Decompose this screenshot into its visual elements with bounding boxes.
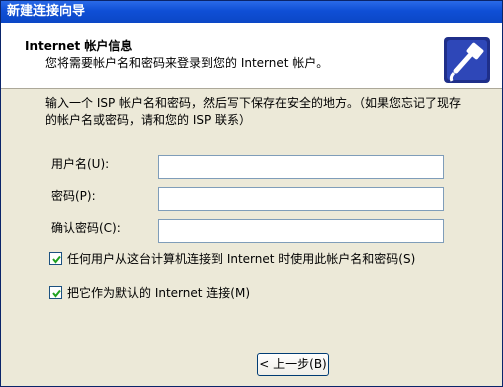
password-field[interactable] (158, 187, 444, 211)
intro-line-2: 的帐户名或密码，请和您的 ISP 联系） (45, 113, 252, 127)
default-connection-checkbox[interactable] (49, 286, 62, 299)
back-button[interactable]: < 上一步(B) (257, 353, 329, 376)
intro-line-1: 输入一个 ISP 帐户名和密码，然后写下保存在安全的地方。（如果您忘记了现存 (45, 96, 462, 110)
wizard-window: 新建连接向导 Internet 帐户信息 您将需要帐户名和密码来登录到您的 In… (0, 0, 503, 387)
title-bar: 新建连接向导 (1, 1, 502, 23)
any-user-label: 任何用户从这台计算机连接到 Internet 时使用此帐户名和密码(S) (67, 252, 416, 266)
window-title: 新建连接向导 (7, 4, 86, 19)
any-user-checkbox[interactable] (49, 252, 62, 265)
intro-text: 输入一个 ISP 帐户名和密码，然后写下保存在安全的地方。（如果您忘记了现存 的… (45, 95, 475, 129)
header-subtitle: 您将需要帐户名和密码来登录到您的 Internet 帐户。 (45, 56, 329, 70)
header-title: Internet 帐户信息 (25, 39, 133, 53)
wizard-header: Internet 帐户信息 您将需要帐户名和密码来登录到您的 Internet … (1, 23, 502, 89)
any-user-option[interactable]: 任何用户从这台计算机连接到 Internet 时使用此帐户名和密码(S) (49, 250, 415, 267)
default-connection-option[interactable]: 把它作为默认的 Internet 连接(M) (49, 284, 250, 301)
confirm-password-label: 确认密码(C): (51, 221, 121, 235)
username-label: 用户名(U): (51, 157, 110, 171)
network-cable-plug-icon (442, 35, 492, 85)
default-connection-label: 把它作为默认的 Internet 连接(M) (67, 286, 250, 300)
confirm-password-field[interactable] (158, 219, 444, 243)
password-label: 密码(P): (51, 189, 96, 203)
username-field[interactable] (158, 155, 444, 179)
